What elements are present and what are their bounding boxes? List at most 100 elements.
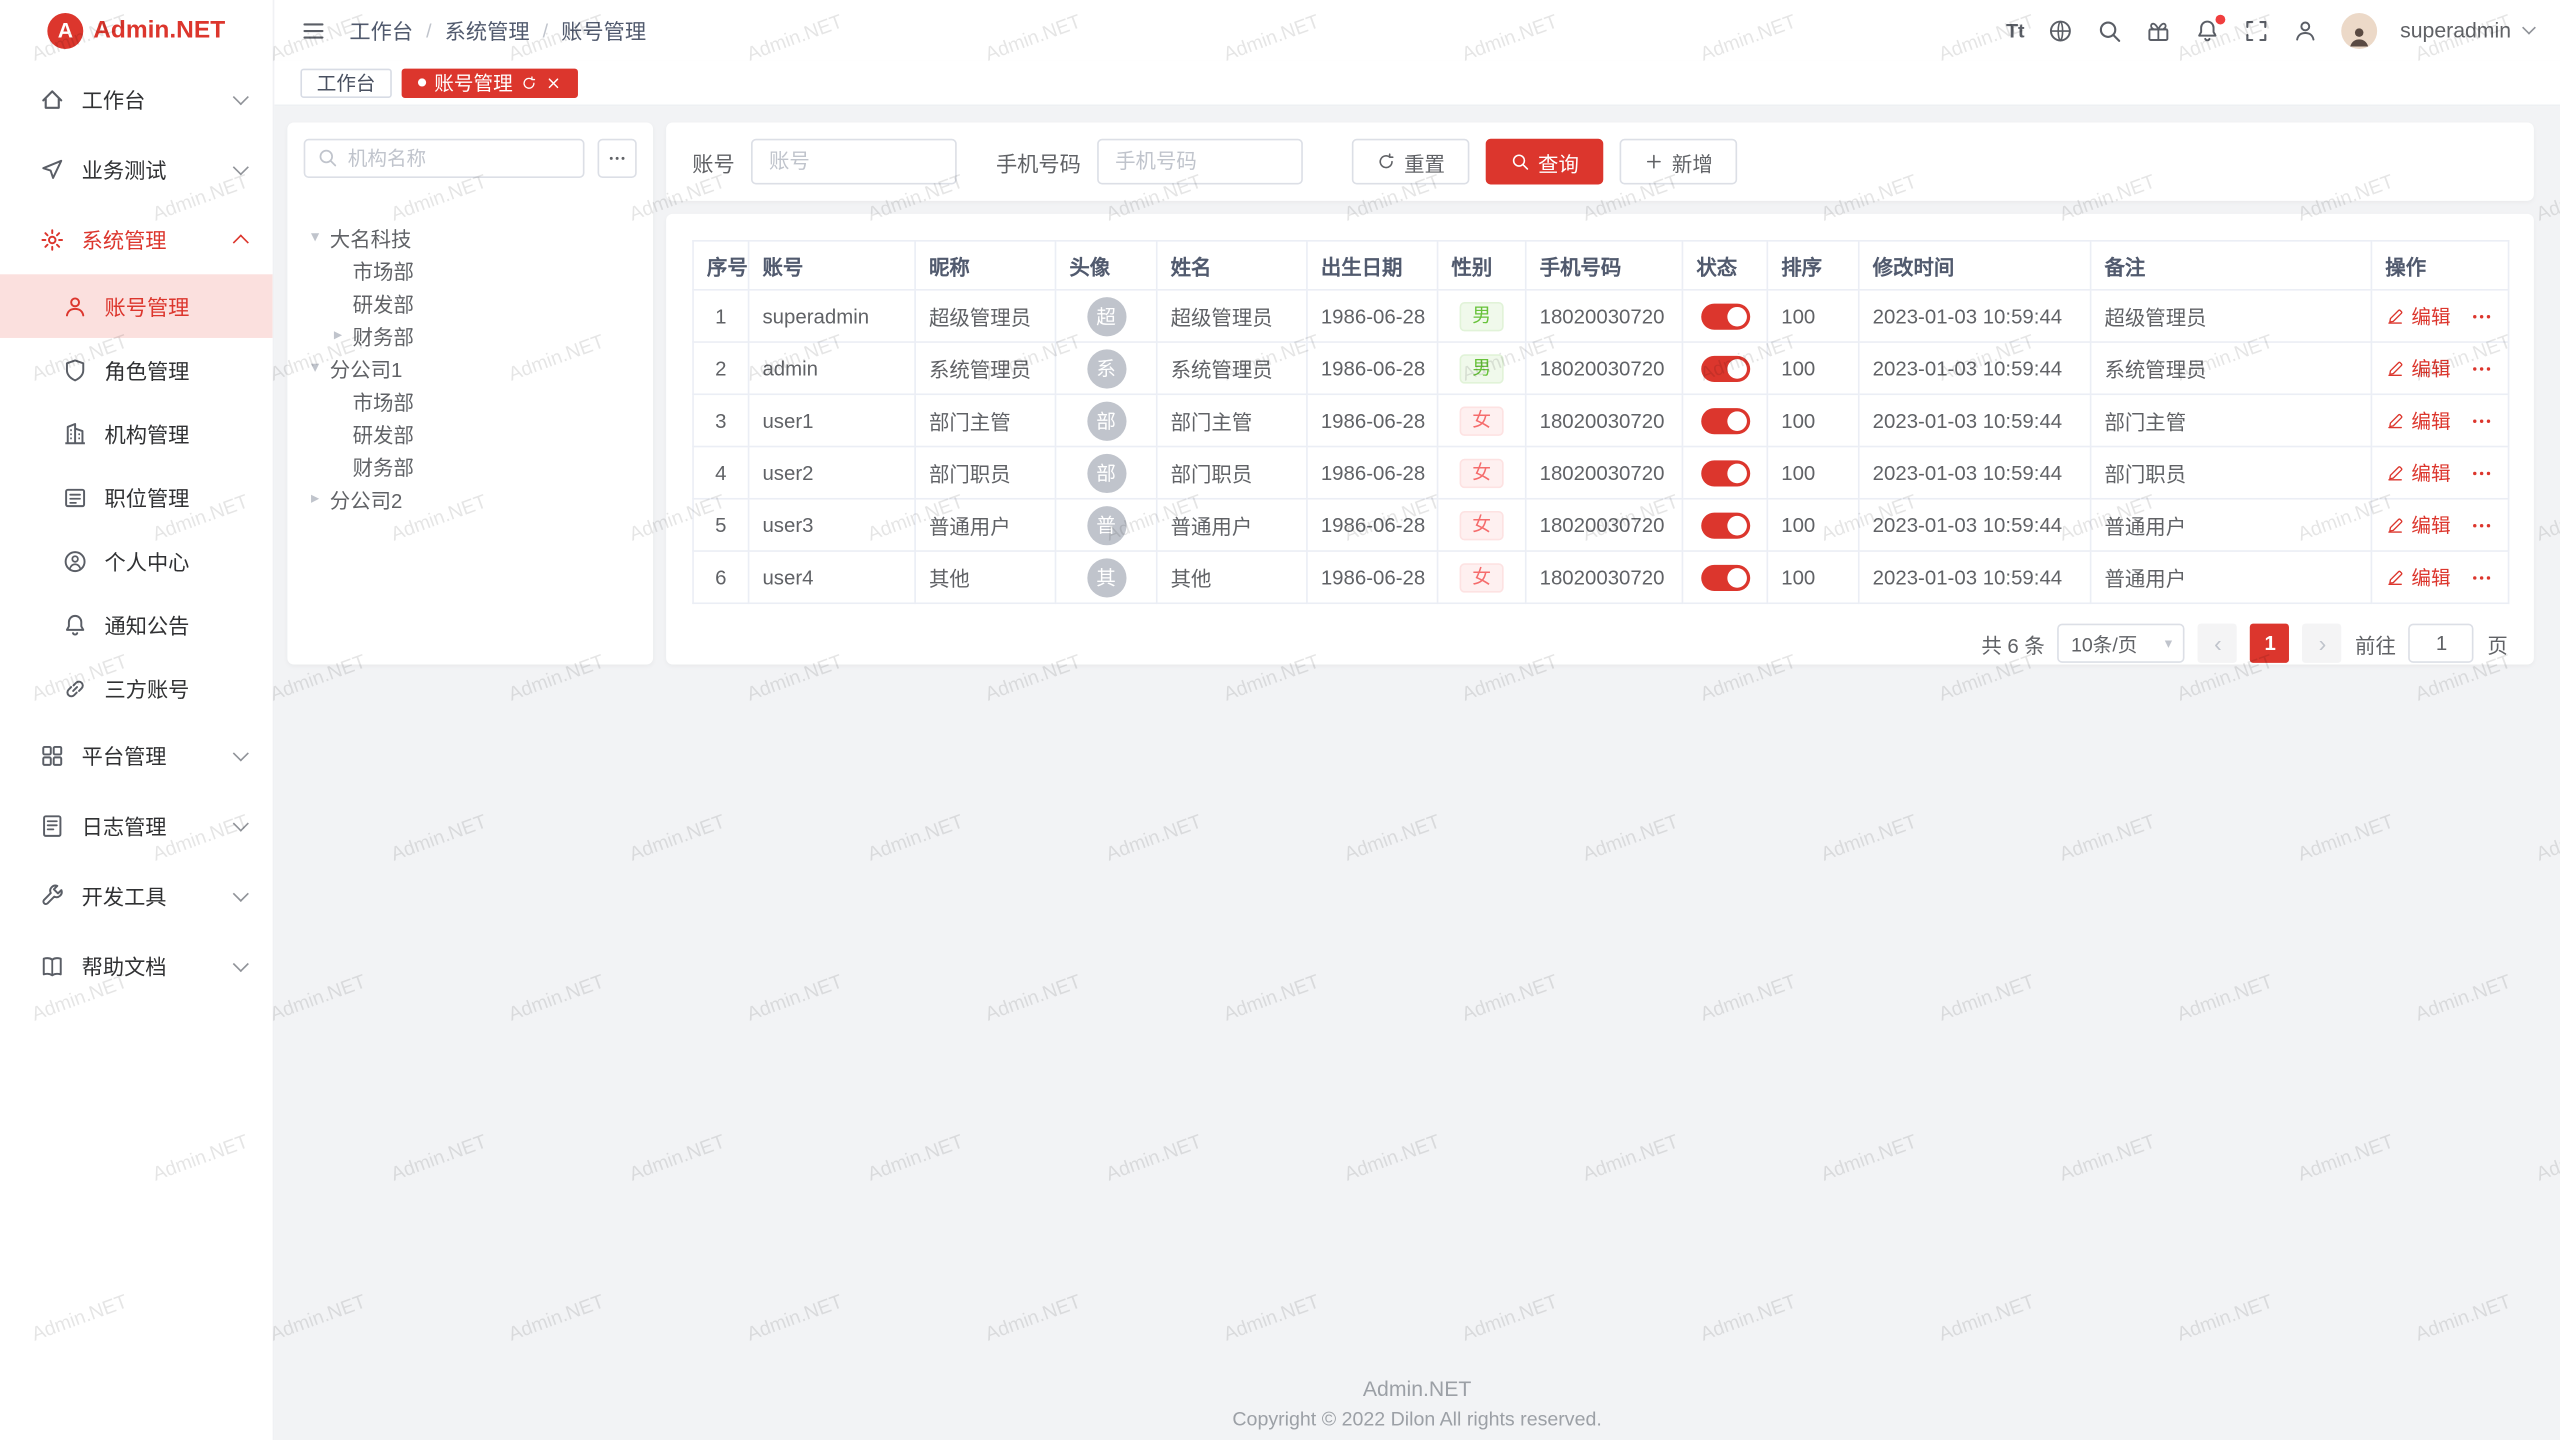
edit-button[interactable]: 编辑	[2385, 302, 2450, 330]
goto-page-input[interactable]	[2409, 624, 2474, 663]
sidebar-item-help-docs[interactable]: 帮助文档	[0, 931, 273, 1001]
breadcrumb-separator: /	[426, 19, 431, 42]
theme-icon[interactable]	[2145, 17, 2171, 43]
fullscreen-icon[interactable]	[2243, 17, 2269, 43]
col-remark: 备注	[2091, 241, 2372, 290]
breadcrumb-item[interactable]: 系统管理	[445, 15, 530, 46]
col-order: 排序	[1767, 241, 1858, 290]
font-size-icon[interactable]: Tt	[2006, 17, 2024, 43]
tab-workbench[interactable]: 工作台	[300, 68, 391, 97]
user-avatar[interactable]	[2341, 12, 2377, 48]
tree-node[interactable]: ▸ 财务部	[304, 318, 637, 351]
status-toggle[interactable]	[1700, 303, 1749, 329]
tab-account-management[interactable]: 账号管理	[402, 68, 578, 97]
notification-icon[interactable]	[2194, 17, 2220, 43]
search-button[interactable]: 查询	[1486, 139, 1604, 185]
tree-node[interactable]: ▸ 分公司2	[304, 482, 637, 515]
edit-button[interactable]: 编辑	[2385, 407, 2450, 435]
more-actions-icon[interactable]	[2470, 566, 2493, 589]
breadcrumb-item[interactable]: 工作台	[349, 15, 413, 46]
tree-node[interactable]: 市场部	[304, 253, 637, 286]
col-actions: 操作	[2371, 241, 2508, 290]
pagination: 共 6 条 10条/页 ▾ ‹ 1 › 前往 页	[692, 624, 2508, 663]
org-search-input[interactable]	[304, 139, 585, 178]
sidebar-item-platform[interactable]: 平台管理	[0, 720, 273, 790]
sidebar-item-notice[interactable]: 通知公告	[0, 593, 273, 657]
edit-icon	[2385, 463, 2405, 483]
sidebar-item-personal-center[interactable]: 个人中心	[0, 529, 273, 593]
badge-icon	[62, 484, 88, 510]
username[interactable]: superadmin	[2400, 18, 2511, 42]
layout-user-icon[interactable]	[2292, 17, 2318, 43]
more-actions-icon[interactable]	[2470, 304, 2493, 327]
page-button-1[interactable]: 1	[2251, 624, 2290, 663]
tree-node[interactable]: ▾ 大名科技	[304, 220, 637, 253]
tree-node[interactable]: 研发部	[304, 416, 637, 449]
close-icon[interactable]	[545, 74, 561, 90]
sidebar-item-position[interactable]: 职位管理	[0, 465, 273, 529]
edit-icon	[2385, 411, 2405, 431]
language-icon[interactable]	[2047, 17, 2073, 43]
refresh-icon[interactable]	[521, 74, 537, 90]
tree-node[interactable]: 市场部	[304, 384, 637, 417]
user-menu-chevron-icon[interactable]	[2522, 21, 2536, 35]
col-name: 姓名	[1157, 241, 1307, 290]
goto-label: 前往	[2355, 628, 2396, 659]
chevron-down-icon	[233, 815, 249, 831]
caret-right-icon[interactable]: ▸	[304, 489, 327, 507]
table-row: 2 admin 系统管理员 系 系统管理员 1986-06-28 男 18020…	[693, 342, 2509, 394]
edit-button[interactable]: 编辑	[2385, 354, 2450, 382]
sidebar-item-account[interactable]: 账号管理	[0, 274, 273, 338]
sidebar-item-organization[interactable]: 机构管理	[0, 402, 273, 466]
footer: Admin.NET Copyright © 2022 Dilon All rig…	[274, 1376, 2560, 1430]
add-button[interactable]: 新增	[1620, 139, 1738, 185]
sidebar-item-business-test[interactable]: 业务测试	[0, 134, 273, 204]
prev-page-button[interactable]: ‹	[2198, 624, 2237, 663]
phone-label: 手机号码	[996, 146, 1081, 177]
plus-icon	[1644, 152, 1664, 172]
notification-badge	[2216, 14, 2226, 24]
account-input[interactable]	[751, 139, 957, 185]
more-actions-icon[interactable]	[2470, 461, 2493, 484]
logo[interactable]: A Admin.NET	[0, 0, 273, 60]
edit-button[interactable]: 编辑	[2385, 511, 2450, 539]
sidebar-item-logs[interactable]: 日志管理	[0, 790, 273, 860]
more-actions-icon[interactable]	[2470, 357, 2493, 380]
reset-button[interactable]: 重置	[1352, 139, 1470, 185]
sidebar-item-system[interactable]: 系统管理	[0, 204, 273, 274]
send-icon	[39, 156, 65, 182]
status-toggle[interactable]	[1700, 355, 1749, 381]
tree-node[interactable]: 财务部	[304, 449, 637, 482]
page-size-select[interactable]: 10条/页 ▾	[2058, 624, 2185, 663]
more-actions-icon[interactable]	[2470, 513, 2493, 536]
next-page-button[interactable]: ›	[2303, 624, 2342, 663]
search-icon[interactable]	[2096, 17, 2122, 43]
tree-node[interactable]: ▾ 分公司1	[304, 351, 637, 384]
org-more-button[interactable]	[598, 139, 637, 178]
caret-down-icon[interactable]: ▾	[304, 358, 327, 376]
sidebar-item-devtools[interactable]: 开发工具	[0, 860, 273, 930]
menu-collapse-icon[interactable]	[300, 17, 326, 43]
status-toggle[interactable]	[1700, 564, 1749, 590]
col-phone: 手机号码	[1526, 241, 1683, 290]
caret-down-icon[interactable]: ▾	[304, 228, 327, 246]
more-actions-icon[interactable]	[2470, 409, 2493, 432]
sidebar-item-workbench[interactable]: 工作台	[0, 64, 273, 134]
status-toggle[interactable]	[1700, 512, 1749, 538]
edit-button[interactable]: 编辑	[2385, 459, 2450, 487]
edit-button[interactable]: 编辑	[2385, 563, 2450, 591]
sidebar-item-third-party-account[interactable]: 三方账号	[0, 656, 273, 720]
caret-right-icon[interactable]: ▸	[327, 326, 350, 344]
breadcrumb-item: 账号管理	[561, 15, 646, 46]
tree-node[interactable]: 研发部	[304, 286, 637, 319]
link-icon	[62, 675, 88, 701]
status-toggle[interactable]	[1700, 407, 1749, 433]
status-toggle[interactable]	[1700, 460, 1749, 486]
page-unit-label: 页	[2487, 628, 2507, 659]
more-dots-icon	[607, 149, 627, 169]
edit-icon	[2385, 358, 2405, 378]
search-icon	[1510, 152, 1530, 172]
phone-input[interactable]	[1097, 139, 1303, 185]
sidebar-item-role[interactable]: 角色管理	[0, 338, 273, 402]
search-icon	[317, 147, 338, 168]
